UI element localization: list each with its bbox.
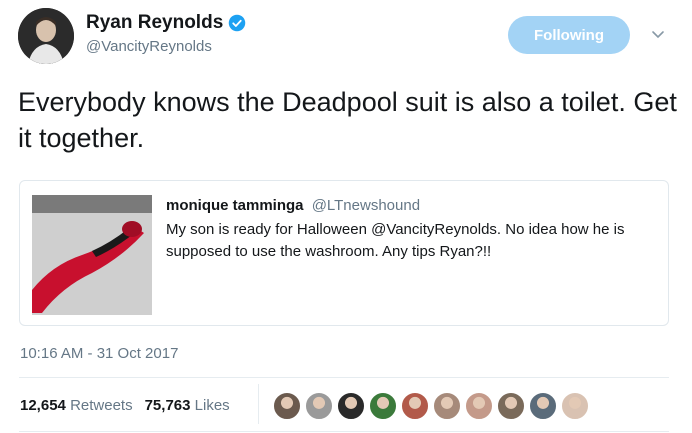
author-handle[interactable]: @VancityReynolds <box>86 38 212 55</box>
liker-avatar[interactable] <box>432 391 462 421</box>
liker-avatar[interactable] <box>496 391 526 421</box>
divider <box>19 431 669 432</box>
following-button[interactable]: Following <box>508 16 630 54</box>
author-display-name[interactable]: Ryan Reynolds <box>86 12 223 34</box>
chevron-down-icon[interactable] <box>650 26 666 42</box>
liker-avatar[interactable] <box>464 391 494 421</box>
tweet-text: Everybody knows the Deadpool suit is als… <box>18 87 677 153</box>
author-avatar[interactable] <box>18 8 74 64</box>
quoted-author-handle[interactable]: @LTnewshound <box>312 197 420 214</box>
avatar-image <box>18 8 74 64</box>
quoted-author-name[interactable]: monique tamminga <box>166 197 304 214</box>
liker-avatar[interactable] <box>272 391 302 421</box>
retweets-count: 12,654 <box>20 397 66 414</box>
stats-separator <box>258 384 259 424</box>
quoted-tweet-image[interactable] <box>32 195 152 315</box>
likes-stat[interactable]: 75,763 Likes <box>145 397 230 414</box>
quoted-tweet-header: monique tamminga @LTnewshound <box>166 197 420 214</box>
retweets-label: Retweets <box>70 397 133 414</box>
quoted-tweet-text: My son is ready for Halloween @VancityRe… <box>166 221 625 260</box>
quoted-tweet[interactable]: monique tamminga @LTnewshound My son is … <box>19 180 669 326</box>
liker-avatars <box>272 391 592 421</box>
divider <box>19 377 669 378</box>
tweet-timestamp[interactable]: 10:16 AM - 31 Oct 2017 <box>20 345 178 362</box>
deadpool-costume-image <box>32 195 152 315</box>
liker-avatar[interactable] <box>400 391 430 421</box>
liker-avatar[interactable] <box>560 391 590 421</box>
retweets-stat[interactable]: 12,654 Retweets <box>20 397 133 414</box>
tweet-stats: 12,654 Retweets 75,763 Likes <box>20 397 230 414</box>
liker-avatar[interactable] <box>368 391 398 421</box>
likes-count: 75,763 <box>144 397 191 414</box>
likes-label: Likes <box>194 397 230 414</box>
liker-avatar[interactable] <box>304 391 334 421</box>
verified-badge-icon <box>229 14 246 32</box>
liker-avatar[interactable] <box>336 391 366 421</box>
liker-avatar[interactable] <box>528 391 558 421</box>
tweet-header: Ryan Reynolds @VancityReynolds Following <box>16 8 676 68</box>
author-name-row: Ryan Reynolds <box>86 12 246 34</box>
